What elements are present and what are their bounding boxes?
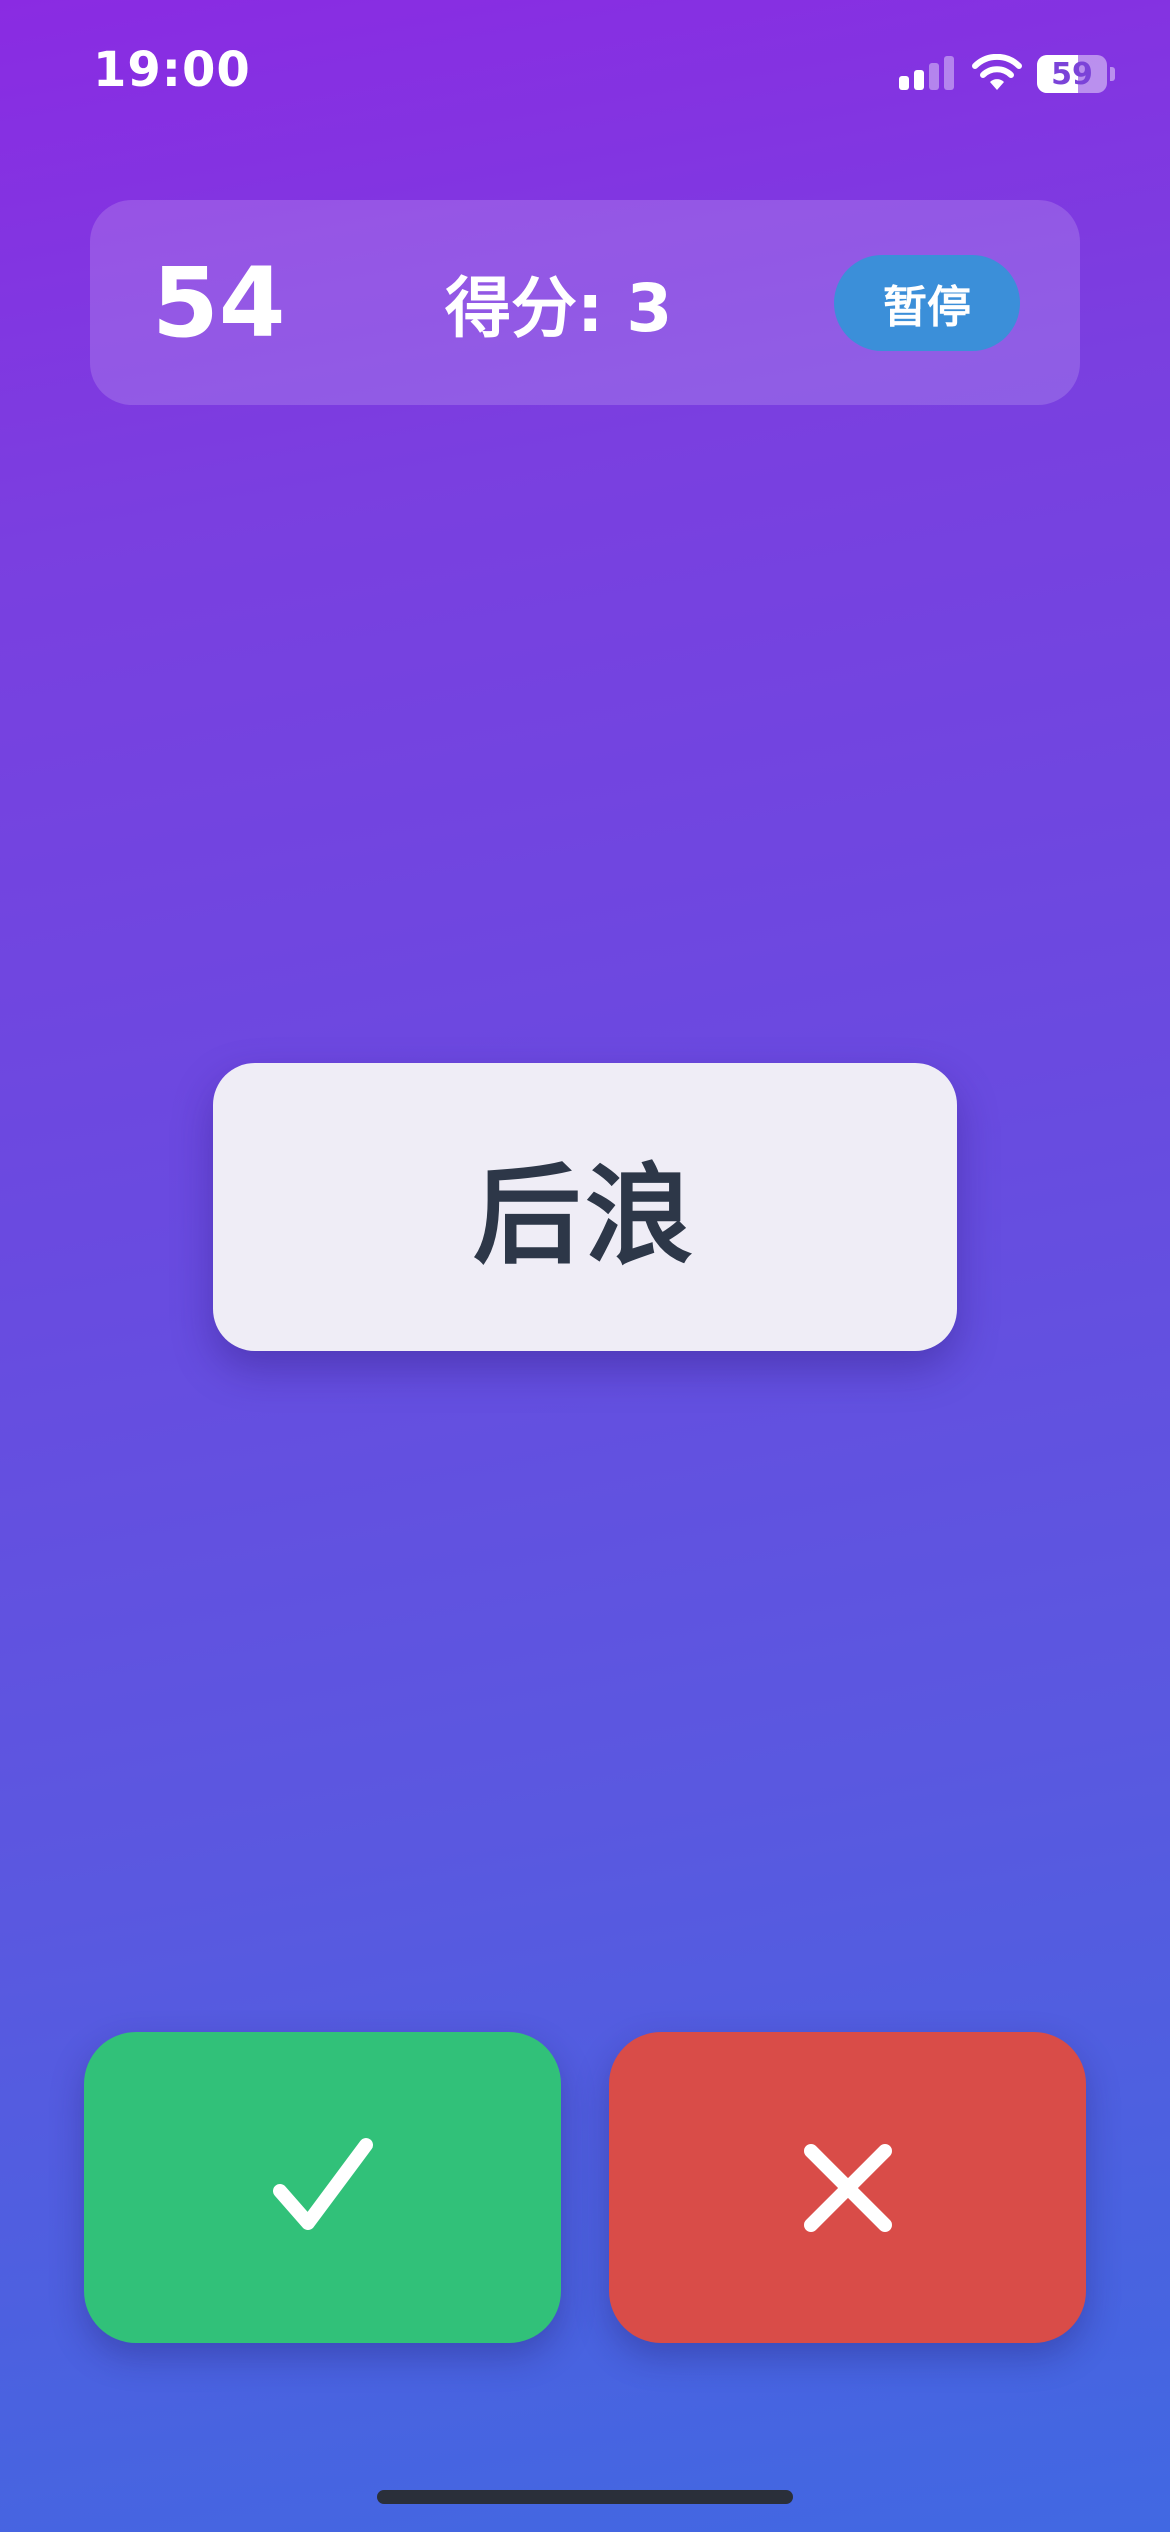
battery-icon: 59 <box>1037 55 1107 93</box>
battery-cap <box>1110 67 1115 81</box>
signal-icon <box>899 56 954 90</box>
checkmark-icon <box>272 2137 373 2230</box>
score-bar: 54 得分: 3 暂停 <box>90 200 1080 405</box>
home-indicator[interactable] <box>377 2490 793 2504</box>
word-card: 后浪 <box>213 1063 957 1351</box>
status-bar: 19:00 59 <box>0 0 1170 150</box>
battery-level: 59 <box>1051 56 1093 92</box>
wrong-button[interactable] <box>609 2032 1086 2343</box>
status-time: 19:00 <box>93 42 251 98</box>
countdown-timer: 54 <box>152 246 286 359</box>
score-label: 得分: 3 <box>445 269 673 347</box>
close-icon <box>803 2143 892 2232</box>
correct-button[interactable] <box>84 2032 561 2343</box>
wifi-icon <box>972 54 1022 90</box>
pause-button[interactable]: 暂停 <box>834 255 1020 351</box>
status-icons: 59 <box>899 52 1115 96</box>
current-word: 后浪 <box>472 1154 697 1279</box>
